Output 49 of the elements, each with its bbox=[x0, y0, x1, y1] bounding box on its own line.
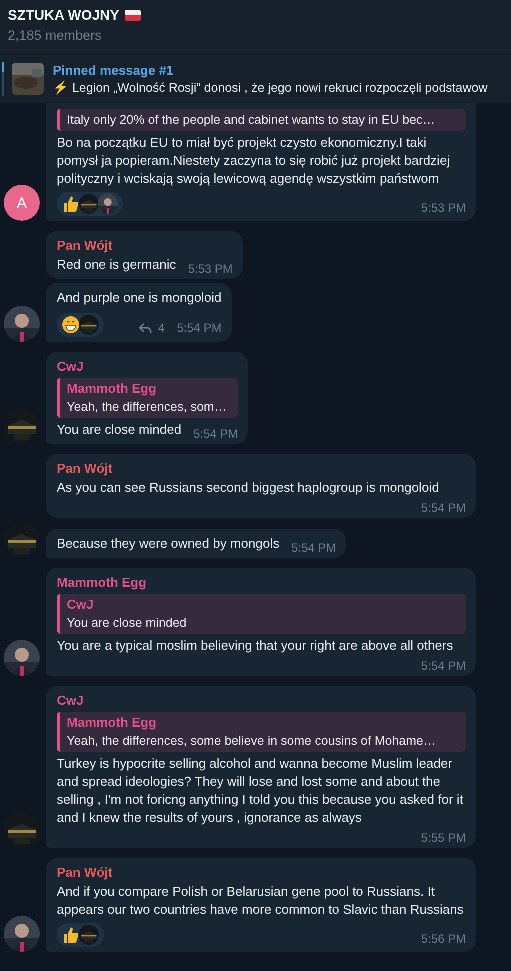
quote-text: Italy only 20% of the people and cabinet wants to stay in EU bec… bbox=[67, 112, 436, 129]
quote-text: You are close minded bbox=[67, 615, 188, 632]
reply-quote[interactable]: Mammoth Egg Yeah, the differences, som… bbox=[57, 378, 238, 418]
message-text: You are a typical moslim believing that your right are above all others bbox=[57, 637, 454, 655]
quote-text: Yeah, the differences, som… bbox=[67, 399, 228, 416]
message-time: 5:54 PM bbox=[420, 500, 466, 516]
grinning-face-icon bbox=[62, 316, 80, 334]
quote-author: Mammoth Egg bbox=[67, 714, 158, 732]
thumbs-up-icon bbox=[62, 195, 80, 213]
reaction-pill[interactable] bbox=[57, 923, 104, 947]
flag-icon bbox=[125, 10, 142, 20]
sender-name[interactable]: Pan Wójt bbox=[57, 237, 233, 255]
quote-author: Mammoth Egg bbox=[67, 380, 158, 398]
sender-name[interactable]: CwJ bbox=[57, 358, 238, 376]
message-text: Bo na początku EU to miał być projekt czysto ekonomiczny.I taki pomysł ja popieram.Niestety zaczyna to się robić już projekt bardziej polityczny i wciskają swoją lewicową agendę wszystkim państwom bbox=[57, 134, 452, 188]
reply-quote[interactable]: Mammoth Egg Yeah, the differences, some believe in some cousins of Mohame… bbox=[57, 712, 466, 752]
sender-name[interactable]: CwJ bbox=[57, 692, 466, 710]
sender-name[interactable]: Pan Wójt bbox=[57, 864, 466, 882]
message-time: 5:54 PM bbox=[177, 320, 222, 336]
avatar[interactable]: A bbox=[4, 185, 40, 221]
reaction-pill[interactable] bbox=[57, 192, 123, 216]
message-text: Because they were owned by mongols bbox=[57, 535, 280, 553]
reply-icon[interactable] bbox=[139, 322, 152, 334]
quote-text: Yeah, the differences, some believe in some cousins of Mohame… bbox=[67, 733, 437, 750]
message-text: As you can see Russians second biggest haplogroup is mongoloid bbox=[57, 479, 440, 497]
member-count: 2,185 members bbox=[8, 28, 103, 43]
message-text: You are close minded bbox=[57, 421, 182, 439]
pinned-text[interactable]: ⚡ Legion „Wolność Rosji” donosi , że jego nowi rekruci rozpoczęli podstawow bbox=[53, 80, 488, 95]
reply-count[interactable]: 4 bbox=[158, 319, 166, 337]
chat-title: SZTUKA WOJNY bbox=[8, 7, 120, 23]
message-text: And if you compare Polish or Belarusian gene pool to Russians. It appears our two countries have more common to Slavic than Russians bbox=[57, 883, 465, 919]
message-text: Red one is germanic bbox=[57, 256, 176, 274]
reaction-pill[interactable] bbox=[57, 313, 104, 337]
reply-quote[interactable]: Italy only 20% of the people and cabinet wants to stay in EU bec… bbox=[57, 109, 466, 131]
reply-quote[interactable]: CwJ You are close minded bbox=[57, 594, 466, 634]
pinned-label[interactable]: Pinned message #1 bbox=[53, 63, 488, 78]
message-time: 5:56 PM bbox=[421, 931, 466, 947]
message-time: 5:53 PM bbox=[421, 200, 466, 216]
sender-name[interactable]: Pan Wójt bbox=[57, 460, 466, 478]
message-time: 5:55 PM bbox=[420, 830, 466, 846]
message-text: And purple one is mongoloid bbox=[57, 289, 222, 307]
thumbs-up-icon bbox=[62, 926, 80, 944]
sender-name[interactable]: Mammoth Egg bbox=[57, 574, 466, 592]
message-time: 5:54 PM bbox=[420, 658, 466, 674]
message-text: Turkey is hypocrite selling alcohol and wanna become Muslim leader and spread ideologies? They will lose and lost some and about the selling , I'm not foricng anything I told you this because you asked for it and I knew the results of yours , ignorance as always bbox=[57, 755, 464, 827]
message-time: 5:53 PM bbox=[187, 261, 233, 277]
message-time: 5:54 PM bbox=[192, 426, 238, 442]
message-time: 5:54 PM bbox=[290, 540, 336, 556]
quote-author: CwJ bbox=[67, 596, 95, 614]
